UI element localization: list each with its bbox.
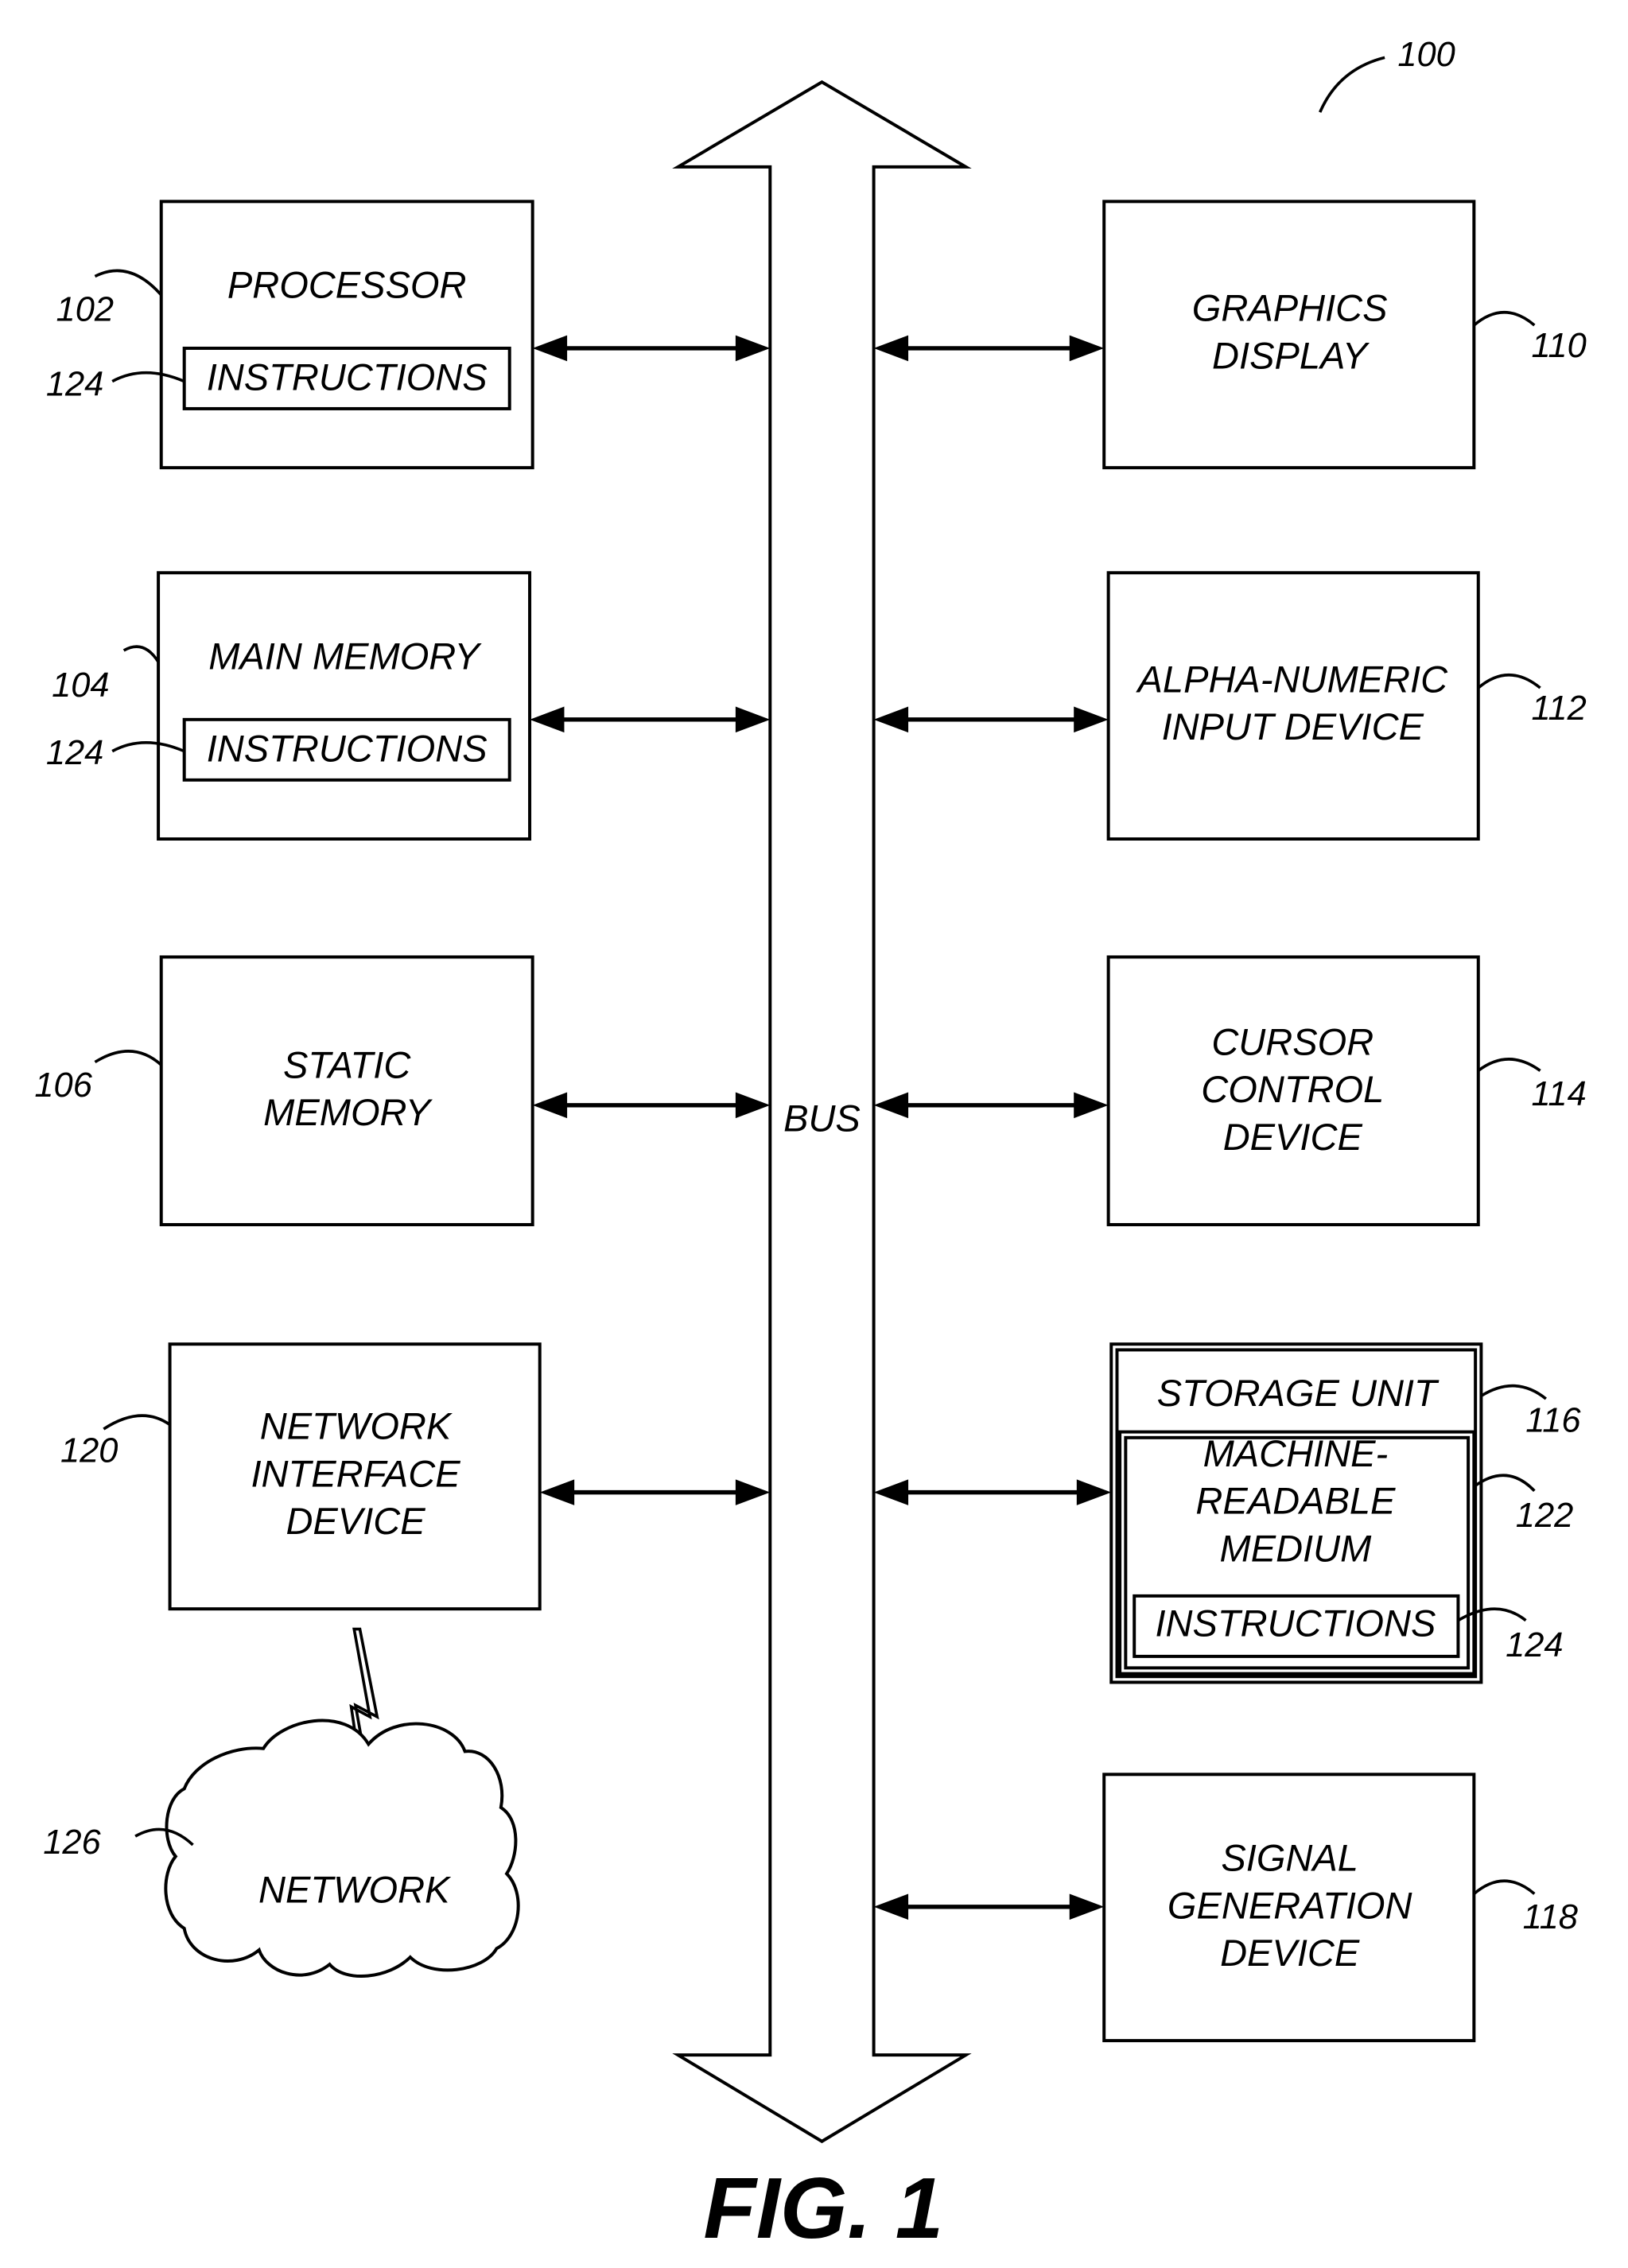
processor-label: PROCESSOR [227,264,467,306]
leader-118 [1473,1879,1536,1895]
cursor-control-label-line2: CONTROL [1201,1068,1384,1110]
network-cloud: NETWORK 126 [43,1718,520,1979]
ref-102: 102 [56,291,114,329]
alpha-numeric-label-line1: ALPHA-NUMERIC [1136,658,1449,700]
ref-112: 112 [1532,689,1587,728]
leader-104 [122,645,160,663]
arrowhead-left-icon [873,1893,909,1920]
leader-100 [1319,56,1385,113]
arrowhead-left-icon [873,1479,909,1505]
ref-122: 122 [1516,1497,1573,1535]
static-memory-label-line1: STATIC [283,1043,411,1085]
connector-processor [532,335,771,362]
ref-124-storage: 124 [1506,1626,1563,1664]
connector-main-memory [530,706,771,733]
storage-unit-label: STORAGE UNIT [1157,1372,1440,1414]
alpha-numeric-label-line2: INPUT DEVICE [1162,705,1424,748]
arrowhead-right-icon [735,335,771,362]
arrowhead-right-icon [1076,1479,1112,1505]
connector-static-memory [532,1092,771,1119]
main-memory-block: MAIN MEMORY INSTRUCTIONS 104 124 [46,571,532,841]
leader-110 [1473,310,1536,327]
connector-cursor-control-device [873,1092,1109,1119]
arrowhead-left-icon [532,335,568,362]
cursor-control-device-block: CURSOR CONTROL DEVICE 114 [1106,955,1587,1226]
arrowhead-left-icon [539,1479,575,1505]
static-memory-block: STATIC MEMORY 106 [34,955,534,1226]
ref-126: 126 [43,1823,101,1862]
network-interface-device-block: NETWORK INTERFACE DEVICE 120 [60,1342,542,1611]
connector-graphics-display [873,335,1105,362]
signal-generation-label-line2: GENERATION [1168,1884,1412,1926]
main-memory-instructions-label: INSTRUCTIONS [207,727,488,769]
arrowhead-right-icon [735,1092,771,1119]
main-memory-label: MAIN MEMORY [208,635,482,677]
processor-block: PROCESSOR INSTRUCTIONS 102 124 [46,200,534,470]
leader-122 [1473,1474,1536,1493]
ref-116: 116 [1525,1402,1581,1440]
signal-generation-label-line1: SIGNAL [1221,1837,1358,1879]
arrowhead-left-icon [873,1092,909,1119]
graphics-display-block: GRAPHICS DISPLAY 110 [1102,200,1587,470]
leader-106 [94,1050,162,1066]
arrowhead-right-icon [735,706,771,733]
arrowhead-right-icon [735,1479,771,1505]
graphics-display-label-line2: DISPLAY [1212,334,1370,376]
block-diagram: BUS 100 PROCESSOR INSTRUCTIONS 102 124 M… [34,36,1587,2257]
arrowhead-right-icon [1069,335,1105,362]
arrowhead-left-icon [530,706,565,733]
ref-124-processor: 124 [46,366,103,404]
leader-120 [103,1414,171,1431]
network-label: NETWORK [258,1868,452,1910]
leader-112 [1477,673,1541,689]
leader-114 [1477,1058,1541,1072]
ref-106: 106 [34,1066,92,1105]
signal-generation-label-line3: DEVICE [1220,1932,1360,1974]
cursor-control-label-line1: CURSOR [1211,1020,1374,1062]
nid-label-line3: DEVICE [286,1500,425,1542]
nid-label-line2: INTERFACE [251,1452,460,1494]
medium-label-line3: MEDIUM [1220,1527,1373,1569]
arrowhead-right-icon [1074,1092,1109,1119]
processor-instructions-label: INSTRUCTIONS [207,355,488,398]
static-memory-label-line2: MEMORY [263,1091,433,1133]
bus-label: BUS [783,1097,861,1139]
graphics-display-label-line1: GRAPHICS [1192,287,1388,329]
alpha-numeric-input-device-block: ALPHA-NUMERIC INPUT DEVICE 112 [1106,571,1587,841]
leader-116 [1480,1384,1547,1400]
connector-alpha-numeric-input-device [873,706,1109,733]
connector-signal-generation-device [873,1893,1105,1920]
ref-110: 110 [1532,327,1587,365]
ref-100: 100 [1397,36,1455,74]
arrowhead-left-icon [873,706,909,733]
arrowhead-left-icon [873,335,909,362]
arrowhead-left-icon [532,1092,568,1119]
connector-storage-unit [873,1479,1112,1505]
storage-instructions-label: INSTRUCTIONS [1155,1602,1436,1645]
storage-unit-block: STORAGE UNIT MACHINE- READABLE MEDIUM IN… [1109,1342,1581,1684]
connector-network-interface-device [539,1479,771,1505]
arrowhead-right-icon [1069,1893,1105,1920]
cursor-control-label-line3: DEVICE [1223,1116,1363,1158]
nid-label-line1: NETWORK [260,1405,453,1447]
signal-generation-device-block: SIGNAL GENERATION DEVICE 118 [1102,1773,1578,2043]
ref-124-main-memory: 124 [46,734,103,772]
ref-120: 120 [60,1432,118,1470]
medium-label-line1: MACHINE- [1203,1432,1389,1474]
medium-label-line2: READABLE [1195,1480,1396,1522]
arrowhead-right-icon [1074,706,1109,733]
ref-118: 118 [1523,1898,1578,1936]
figure-title: FIG. 1 [703,2161,943,2257]
ref-104: 104 [52,666,109,705]
ref-114: 114 [1532,1075,1587,1113]
